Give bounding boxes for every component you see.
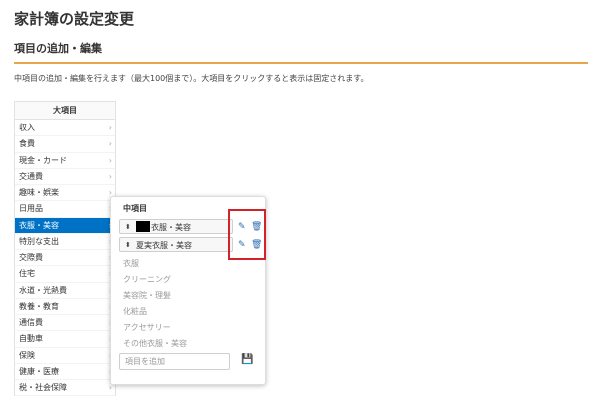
category-item-label: 特別な支出 <box>19 236 59 246</box>
subcategory-item-label: 夏実衣服・美容 <box>136 241 192 250</box>
subcategory-item-custom[interactable]: ⬍ 夏実衣服・美容 <box>119 237 233 252</box>
subcategory-item-custom[interactable]: ⬍ 衣服・美容 <box>119 219 233 234</box>
chevron-right-icon: › <box>108 139 112 149</box>
chevron-right-icon: › <box>108 155 112 165</box>
subcategory-default-item: 化粧品 <box>123 307 147 316</box>
category-item-label: 健康・医療 <box>19 366 59 376</box>
category-item-label: 自動車 <box>19 334 43 344</box>
category-item-label: 税・社会保障 <box>19 383 67 392</box>
category-item[interactable]: 通信費› <box>15 315 115 332</box>
category-item-label: 保険 <box>19 350 35 360</box>
category-item[interactable]: 交際費› <box>15 250 115 267</box>
category-item[interactable]: 教養・教育› <box>15 299 115 315</box>
category-item[interactable]: 保険› <box>15 348 115 364</box>
category-item-label: 水道・光熱費 <box>19 285 67 295</box>
drag-handle-icon[interactable]: ⬍ <box>125 220 131 235</box>
category-item-label: 交通費 <box>19 171 43 181</box>
category-item[interactable]: 水道・光熱費› <box>15 283 115 299</box>
category-item-label: 交際費 <box>19 253 43 262</box>
category-item[interactable]: 住宅› <box>15 266 115 283</box>
section-header: 項目の追加・編集 <box>14 40 588 64</box>
category-item-label: 現金・カード <box>19 155 67 165</box>
category-item[interactable]: 収入 › <box>15 120 115 137</box>
chevron-right-icon: › <box>108 171 112 181</box>
subcategory-item-label: 衣服・美容 <box>136 220 191 235</box>
category-item-label: 趣味・娯楽 <box>19 188 59 197</box>
category-item-label: 通信費 <box>19 318 43 327</box>
category-items: 収入›食費›現金・カード›交通費›趣味・娯楽›日用品›衣服・美容›特別な支出›交… <box>15 120 115 396</box>
page-title: 家計簿の設定変更 <box>14 10 135 28</box>
category-item[interactable]: 特別な支出› <box>15 234 115 250</box>
category-item[interactable]: 日用品› <box>15 201 115 218</box>
category-item-label: 衣服・美容 <box>19 220 59 230</box>
category-item-label: 住宅 <box>19 269 35 279</box>
category-item-label: 日用品 <box>19 204 43 214</box>
category-list: 大項目 収入›食費›現金・カード›交通費›趣味・娯楽›日用品›衣服・美容›特別な… <box>14 101 116 396</box>
drag-handle-icon[interactable]: ⬍ <box>125 238 131 253</box>
chevron-right-icon: › <box>108 123 112 132</box>
section-description: 中項目の追加・編集を行えます（最大100個まで）。大項目をクリックすると表示は固… <box>14 74 369 83</box>
category-item[interactable]: 現金・カード › <box>15 153 115 169</box>
highlight-box <box>228 209 266 260</box>
subcategory-default-item: その他衣服・美容 <box>123 339 187 348</box>
subcategory-default-item: クリーニング <box>123 275 171 284</box>
subcategory-header: 中項目 <box>123 204 147 213</box>
save-icon[interactable]: 💾 <box>241 354 253 365</box>
category-item[interactable]: 健康・医療› <box>15 364 115 380</box>
subcategory-default-item: 美容院・理髪 <box>123 291 171 300</box>
category-item[interactable]: 交通費 › <box>15 169 115 185</box>
category-item-label: 食費 <box>19 139 35 149</box>
category-item[interactable]: 税・社会保障 › <box>15 380 115 396</box>
category-item[interactable]: 衣服・美容› <box>15 217 115 234</box>
category-list-header: 大項目 <box>15 102 115 120</box>
category-item[interactable]: 食費 › <box>15 136 115 153</box>
subcategory-default-item: 衣服 <box>123 259 139 268</box>
add-item-input[interactable] <box>119 353 230 370</box>
redaction-block <box>136 221 150 232</box>
category-item-label: 収入 <box>19 123 35 132</box>
category-item[interactable]: 趣味・娯楽 › <box>15 185 115 202</box>
category-item-label: 教養・教育 <box>19 301 59 311</box>
category-item[interactable]: 自動車› <box>15 331 115 348</box>
subcategory-default-item: アクセサリー <box>123 323 171 332</box>
